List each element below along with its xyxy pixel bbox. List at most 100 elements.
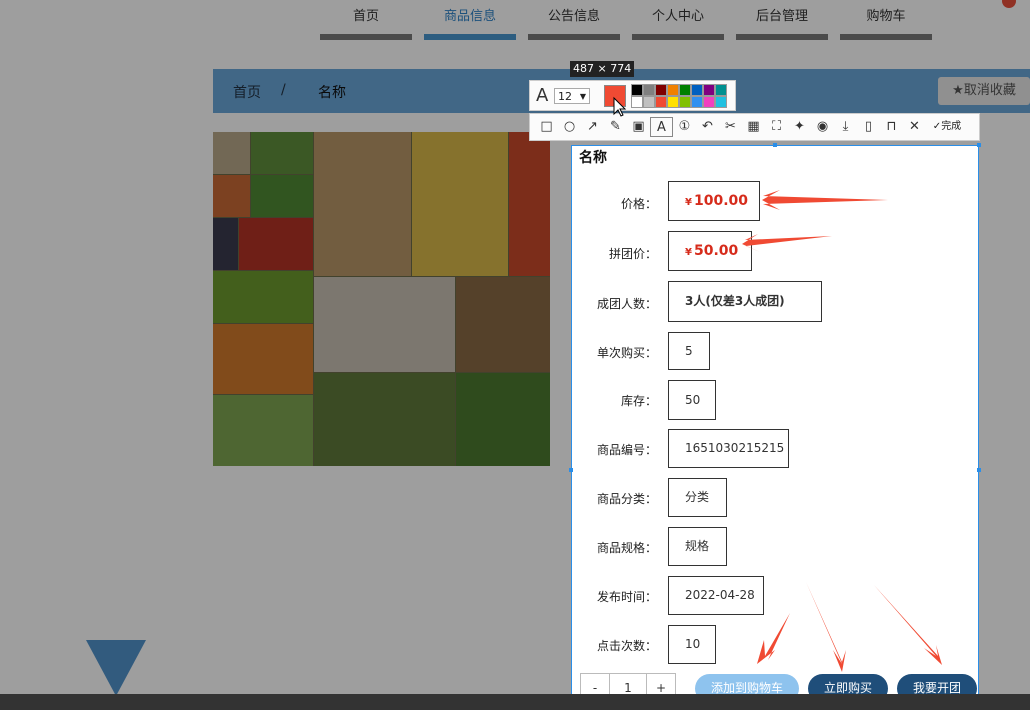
- image-tile: [213, 395, 313, 466]
- resize-handle[interactable]: [977, 143, 981, 147]
- click-count-value: 10: [668, 625, 716, 664]
- nav-underline: [632, 34, 724, 40]
- color-swatch[interactable]: [655, 84, 667, 96]
- font-size-value: 12: [558, 90, 572, 103]
- logo: [955, 0, 1030, 10]
- footer-strip: [0, 694, 1030, 710]
- resize-handle[interactable]: [569, 468, 573, 472]
- color-swatch[interactable]: [691, 96, 703, 108]
- image-tile: [314, 132, 411, 276]
- group-size-label: 成团人数：: [596, 297, 657, 311]
- color-swatch[interactable]: [655, 96, 667, 108]
- category-label: 商品分类：: [596, 492, 657, 506]
- image-tile: [213, 175, 250, 217]
- currency-symbol: ¥: [685, 247, 692, 258]
- nav-item-home[interactable]: 首页: [320, 0, 412, 40]
- nav-item-admin[interactable]: 后台管理: [736, 0, 828, 40]
- breadcrumb-home-link[interactable]: 首页: [233, 82, 261, 102]
- pin-icon[interactable]: ✂: [719, 117, 742, 137]
- color-swatch[interactable]: [643, 96, 655, 108]
- color-swatch[interactable]: [667, 96, 679, 108]
- color-swatch[interactable]: [703, 96, 715, 108]
- resize-handle[interactable]: [773, 143, 777, 147]
- star-icon: ★: [952, 83, 964, 98]
- ocr-icon[interactable]: ▦: [742, 117, 765, 137]
- color-swatch[interactable]: [679, 96, 691, 108]
- done-label: 完成: [941, 121, 962, 132]
- color-swatch[interactable]: [643, 84, 655, 96]
- scan-icon[interactable]: ⛶: [765, 117, 788, 137]
- spec-value: 规格: [668, 527, 727, 566]
- decorative-triangle: [86, 640, 146, 696]
- download-icon[interactable]: ⤓: [834, 117, 857, 137]
- publish-time-value: 2022-04-28: [668, 576, 764, 615]
- ellipse-icon[interactable]: ○: [558, 117, 581, 137]
- text-icon[interactable]: A: [650, 117, 673, 137]
- stock-value: 50: [668, 380, 716, 420]
- cancel-favorite-button[interactable]: ★取消收藏: [938, 77, 1030, 105]
- publish-time-label: 发布时间：: [596, 590, 657, 604]
- nav-item-profile[interactable]: 个人中心: [632, 0, 724, 40]
- image-tile: [251, 175, 313, 217]
- group-price-number: 50.00: [693, 243, 739, 259]
- color-swatch[interactable]: [715, 96, 727, 108]
- color-swatch[interactable]: [691, 84, 703, 96]
- nav-label: 个人中心: [651, 9, 704, 24]
- stock-label: 库存：: [620, 394, 657, 408]
- phone-icon[interactable]: ▯: [857, 117, 880, 137]
- color-swatch[interactable]: [715, 84, 727, 96]
- pencil-icon[interactable]: ✎: [604, 117, 627, 137]
- mosaic-icon[interactable]: ▣: [627, 117, 650, 137]
- undo-icon[interactable]: ↶: [696, 117, 719, 137]
- price-value: ¥100.00: [668, 181, 760, 221]
- product-image: [213, 132, 550, 466]
- nav-label: 后台管理: [755, 9, 808, 24]
- image-tile: [213, 271, 313, 323]
- pin2-icon[interactable]: ✦: [788, 117, 811, 137]
- color-swatch[interactable]: [703, 84, 715, 96]
- check-icon: ✓: [932, 121, 942, 132]
- color-swatch[interactable]: [631, 84, 643, 96]
- caret-down-icon: ▼: [579, 92, 586, 101]
- number-icon[interactable]: ①: [673, 117, 696, 137]
- image-tile: [509, 132, 550, 276]
- product-code-label: 商品编号：: [596, 443, 657, 457]
- image-tile: [412, 132, 508, 276]
- nav-item-notices[interactable]: 公告信息: [528, 0, 620, 40]
- nav-label: 首页: [352, 9, 379, 24]
- nav-underline: [840, 34, 932, 40]
- color-swatch[interactable]: [631, 96, 643, 108]
- cancel-favorite-label: 取消收藏: [963, 83, 1016, 98]
- resize-handle[interactable]: [977, 468, 981, 472]
- nav-label: 公告信息: [547, 9, 600, 24]
- arrow-icon[interactable]: ↗: [581, 117, 604, 137]
- annotation-style-toolbar: A 12 ▼: [529, 80, 736, 111]
- current-color-swatch[interactable]: [604, 85, 626, 107]
- font-size-select[interactable]: 12 ▼: [554, 88, 590, 104]
- nav-label: 购物车: [866, 9, 906, 24]
- color-swatch[interactable]: [667, 84, 679, 96]
- close-icon[interactable]: ✕: [903, 117, 926, 137]
- image-tile: [239, 218, 313, 270]
- category-value: 分类: [668, 478, 727, 517]
- nav-underline: [528, 34, 620, 40]
- breadcrumb-current: 名称: [318, 85, 346, 101]
- breadcrumb-separator: /: [281, 82, 286, 98]
- capture-region[interactable]: 名称 价格： ¥100.00 拼团价： ¥50.00 成团人数： 3人(仅差3人…: [571, 145, 979, 710]
- single-purchase-label: 单次购买：: [596, 346, 657, 360]
- capture-size-indicator: 487 × 774: [570, 61, 635, 77]
- record-icon[interactable]: ◉: [811, 117, 834, 137]
- color-swatch[interactable]: [679, 84, 691, 96]
- annotation-tools-toolbar: □ ○ ↗ ✎ ▣ A ① ↶ ✂ ▦ ⛶ ✦ ◉ ⤓ ▯ ⊓ ✕ ✓完成: [529, 113, 980, 141]
- product-code-value: 1651030215215: [668, 429, 789, 468]
- bookmark-icon[interactable]: ⊓: [880, 117, 903, 137]
- group-size-value: 3人(仅差3人成团): [668, 281, 822, 322]
- nav-item-cart[interactable]: 购物车: [840, 0, 932, 40]
- image-tile: [213, 324, 313, 394]
- nav-item-products[interactable]: 商品信息: [424, 0, 516, 40]
- rectangle-icon[interactable]: □: [535, 117, 558, 137]
- image-tile: [456, 373, 550, 466]
- nav-underline: [424, 34, 516, 40]
- image-tile: [314, 277, 455, 372]
- done-button[interactable]: ✓完成: [926, 117, 968, 137]
